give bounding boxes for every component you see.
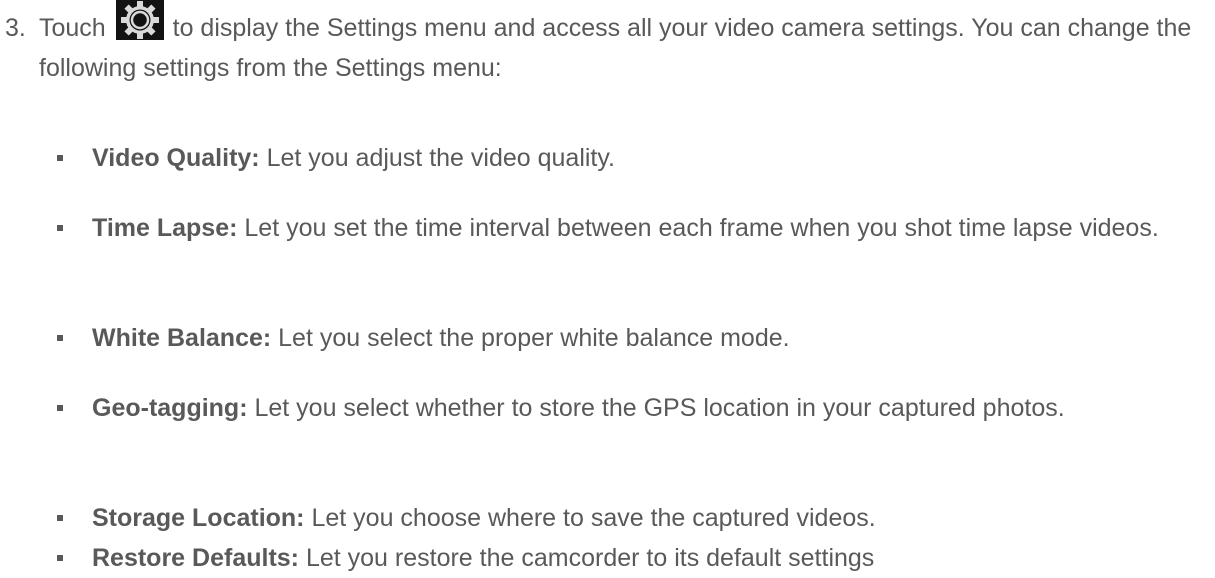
bullet-icon xyxy=(57,515,63,521)
setting-entry: White Balance: Let you select the proper… xyxy=(92,318,1192,358)
setting-description: Let you select the proper white balance … xyxy=(278,324,790,352)
setting-term: Storage Location: xyxy=(92,504,305,532)
setting-term: White Balance: xyxy=(92,324,272,352)
setting-description: Let you adjust the video quality. xyxy=(266,144,615,172)
setting-entry: Restore Defaults: Let you restore the ca… xyxy=(92,538,1192,578)
setting-entry: Video Quality: Let you adjust the video … xyxy=(92,138,1192,178)
setting-term: Time Lapse: xyxy=(92,214,238,242)
setting-description: Let you select whether to store the GPS … xyxy=(254,394,1065,422)
bullet-icon xyxy=(57,405,63,411)
step-instruction: Touch to display the Settings menu and a… xyxy=(39,0,1209,88)
bullet-icon xyxy=(57,155,63,161)
setting-description: Let you set the time interval between ea… xyxy=(244,214,1159,242)
step-text-after-icon: to display the Settings menu and access … xyxy=(39,14,1192,82)
bullet-icon xyxy=(57,555,63,561)
setting-description: Let you choose where to save the capture… xyxy=(311,504,876,532)
bullet-icon xyxy=(57,225,63,231)
setting-term: Restore Defaults: xyxy=(92,544,299,572)
setting-entry: Time Lapse: Let you set the time interva… xyxy=(92,208,1192,248)
gear-icon xyxy=(115,0,164,40)
step-text-before-icon: Touch xyxy=(39,14,106,42)
bullet-icon xyxy=(57,335,63,341)
step-number: 3. xyxy=(5,14,26,42)
setting-entry: Storage Location: Let you choose where t… xyxy=(92,498,1192,538)
setting-entry: Geo-tagging: Let you select whether to s… xyxy=(92,388,1192,428)
setting-term: Video Quality: xyxy=(92,144,260,172)
setting-description: Let you restore the camcorder to its def… xyxy=(305,544,875,572)
setting-term: Geo-tagging: xyxy=(92,394,248,422)
